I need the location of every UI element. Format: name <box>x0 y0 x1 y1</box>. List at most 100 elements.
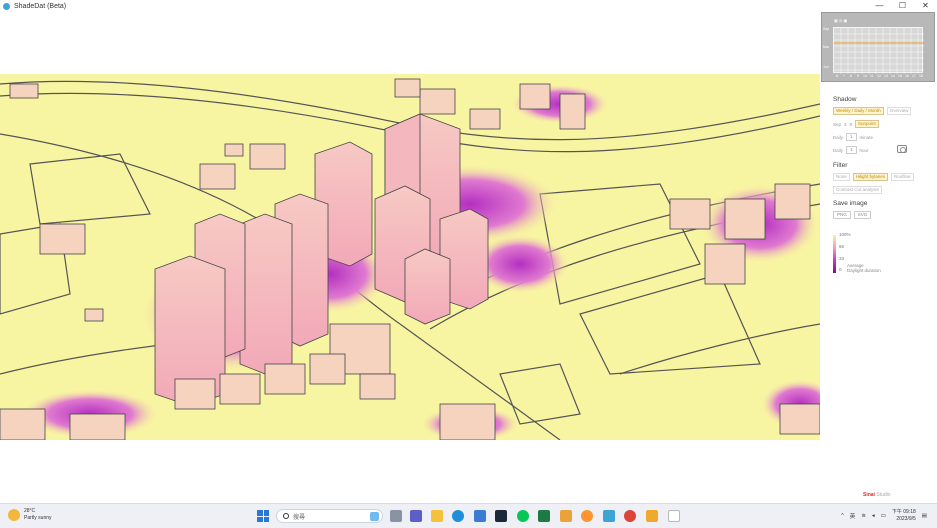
start-value[interactable]: 3 <box>844 122 847 127</box>
shadow-map-render <box>0 78 820 440</box>
filter-bylanes-chip[interactable]: Hilight bylanes <box>852 173 889 181</box>
weather-temp: 28°C <box>24 508 36 514</box>
weather-desc: Partly sunny <box>24 515 52 521</box>
start-label: Sep <box>833 121 842 127</box>
legend-tick-0: 0 <box>839 267 842 272</box>
store-icon[interactable] <box>474 510 486 522</box>
battery-icon[interactable]: ▭ <box>881 513 886 519</box>
minimap-xlabel: 15 <box>898 74 902 78</box>
sunpoint-chip[interactable]: Sunpoint <box>855 120 879 128</box>
save-png-button[interactable]: PNG <box>833 211 851 219</box>
chrome-icon[interactable] <box>624 510 636 522</box>
search-placeholder: 搜尋 <box>293 514 306 521</box>
minimap-xlabel: 6 <box>836 74 838 78</box>
filter-options-row: None Hilight bylanes Roofline <box>833 173 914 181</box>
minimap-ylabel-sep: Sep <box>823 27 830 31</box>
hour-label: Daily <box>833 147 844 153</box>
taskbar-search[interactable]: 搜尋 <box>276 509 383 523</box>
firefox-icon[interactable] <box>581 510 593 522</box>
save-image-section: Save image PNG SVG <box>833 200 872 224</box>
notification-icon[interactable]: ▤ <box>922 513 927 519</box>
minimap-title: ▦ ◎ ▣ <box>834 18 848 23</box>
minimap-grid[interactable] <box>833 27 924 74</box>
spreadsheet-icon[interactable] <box>538 510 550 522</box>
minimap-xlabel: 12 <box>877 74 881 78</box>
clock[interactable]: 下午 09:18 2023/9/5 <box>892 509 916 523</box>
legend-color-bar <box>833 235 836 273</box>
hour-stepper[interactable]: 1 <box>846 146 857 154</box>
save-buttons-row: PNG SVG <box>833 211 872 219</box>
minimap-xlabel: 13 <box>884 74 888 78</box>
steam-icon[interactable] <box>495 510 507 522</box>
legend-caption-2: Daylight duration <box>847 268 881 273</box>
mode-weekly-chip[interactable]: Weekly / Daily / Month <box>833 107 884 115</box>
minimap-grid-lines <box>834 28 924 74</box>
app-window: ShadeDat (Beta) — ☐ ✕ ▦ ◎ ▣ Sep Mar Jun … <box>0 0 937 528</box>
clock-date: 2023/9/5 <box>896 516 916 522</box>
filter-contrast-chip[interactable]: Contrast Cut analysis <box>833 186 882 194</box>
shadow-start-row: Sep 3 8 Sunpoint <box>833 120 911 128</box>
tray-chevron-icon[interactable]: ^ <box>841 513 844 519</box>
filter-roofline-chip[interactable]: Roofline <box>891 173 914 181</box>
clock-time: 下午 09:18 <box>891 509 916 515</box>
filter-title: Filter <box>833 162 848 169</box>
windows-taskbar: 28°C Partly sunny 搜尋 ^ 英 ≋ ◂ ▭ 下午 09:18 … <box>0 503 937 528</box>
filter-section: Filter None Hilight bylanes Roofline Con… <box>833 162 914 199</box>
minimap-xlabel: 8 <box>850 74 852 78</box>
filter-none-chip[interactable]: None <box>833 173 850 181</box>
minimap-xlabel: 16 <box>905 74 909 78</box>
brand-red: Sinai <box>863 492 875 498</box>
legend-tick-66: 66 <box>839 244 845 249</box>
copilot-icon[interactable] <box>370 512 379 521</box>
volume-icon[interactable]: ◂ <box>872 513 875 519</box>
day-unit: minute <box>859 134 874 140</box>
minimap-xlabel: 10 <box>863 74 867 78</box>
shadow-mode-row: Weekly / Daily / Month Overview <box>833 107 912 115</box>
shadow-day-row: Daily 1 minute <box>833 133 911 141</box>
brand-label: Sinai Studio <box>863 492 891 498</box>
minimap-xlabel: 17 <box>912 74 916 78</box>
teams-icon[interactable] <box>410 510 422 522</box>
legend-tick-100: 100% <box>839 232 851 237</box>
minimap-ylabel-jun: Jun <box>823 65 829 69</box>
minimap-ylabel-mar: Mar <box>823 45 830 49</box>
input-language[interactable]: 英 <box>850 512 856 520</box>
window-title: ShadeDat (Beta) <box>14 2 67 10</box>
sun-hours-minimap[interactable]: ▦ ◎ ▣ Sep Mar Jun 6 7 8 9 10 11 12 13 14… <box>821 12 935 82</box>
mail2-icon[interactable] <box>646 510 658 522</box>
daylight-legend: 100% 66 33 0 Average Daylight duration <box>833 232 913 277</box>
save-title: Save image <box>833 200 868 207</box>
filter-options-row2: Contrast Cut analysis <box>833 186 914 194</box>
start-field[interactable]: 8 <box>850 122 853 127</box>
mode-overview-chip[interactable]: Overview <box>886 107 912 115</box>
start-button[interactable] <box>257 510 269 522</box>
minimap-xlabel: 14 <box>891 74 895 78</box>
day-stepper[interactable]: 1 <box>846 133 857 141</box>
weather-widget[interactable]: 28°C Partly sunny <box>8 508 52 522</box>
title-bar: ShadeDat (Beta) — ☐ ✕ <box>0 0 937 12</box>
minimize-button[interactable]: — <box>868 0 891 12</box>
brand-grey: Studio <box>876 492 891 498</box>
camera-icon[interactable] <box>897 145 907 153</box>
maximize-button[interactable]: ☐ <box>891 0 914 12</box>
mail-icon[interactable] <box>560 510 572 522</box>
line-icon[interactable] <box>517 510 529 522</box>
task-view-icon[interactable] <box>390 510 402 522</box>
search-icon <box>283 513 289 519</box>
files-icon[interactable] <box>668 510 680 522</box>
edge-icon[interactable] <box>452 510 464 522</box>
control-panel: ▦ ◎ ▣ Sep Mar Jun 6 7 8 9 10 11 12 13 14… <box>821 12 937 502</box>
close-button[interactable]: ✕ <box>914 0 937 12</box>
shadedat-icon[interactable] <box>603 510 615 522</box>
minimap-xlabel: 18 <box>919 74 923 78</box>
3d-viewport[interactable] <box>0 74 820 440</box>
shadow-title: Shadow <box>833 96 857 103</box>
day-label: Daily <box>833 134 844 140</box>
legend-tick-33: 33 <box>839 256 845 261</box>
system-tray: ^ 英 ≋ ◂ ▭ 下午 09:18 2023/9/5 ▤ <box>841 509 927 523</box>
wifi-icon[interactable]: ≋ <box>861 513 866 519</box>
weather-icon <box>8 509 20 521</box>
explorer-icon[interactable] <box>431 510 443 522</box>
save-svg-button[interactable]: SVG <box>853 211 872 219</box>
minimap-xlabel: 9 <box>857 74 859 78</box>
